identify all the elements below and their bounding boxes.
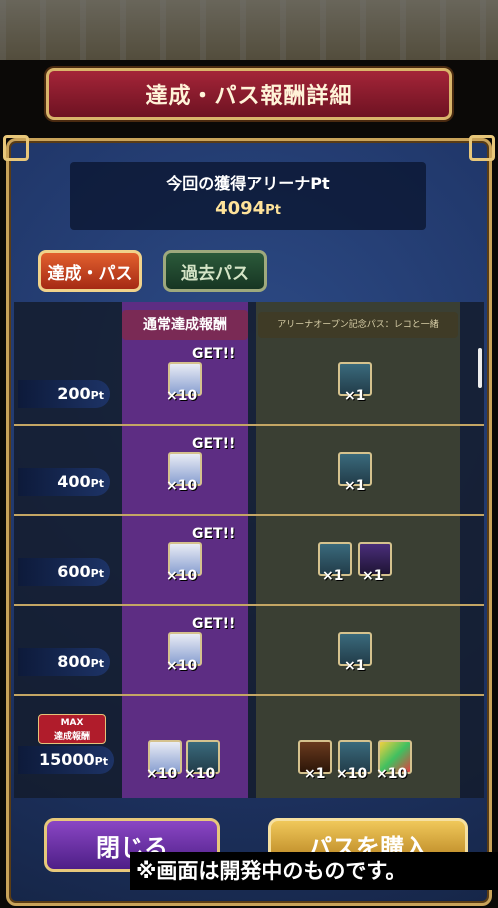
page-title: 達成・パス報酬詳細 bbox=[46, 68, 452, 120]
item-qty: ×1 bbox=[344, 658, 366, 674]
corner-ornament bbox=[3, 135, 29, 161]
reward-row: 800Pt GET!! ×10 ×1 bbox=[14, 616, 484, 706]
item-qty: ×10 bbox=[166, 388, 198, 404]
row-points: 800Pt bbox=[18, 648, 110, 676]
reward-table: 通常達成報酬 アリーナオープン記念パス：レコと一緒 200Pt GET!! ×1… bbox=[14, 302, 484, 798]
points-box: 今回の獲得アリーナPt 4094Pt bbox=[70, 162, 426, 230]
row-points: 15000Pt bbox=[18, 746, 114, 774]
row-points: 400Pt bbox=[18, 468, 110, 496]
row-divider bbox=[14, 424, 484, 426]
get-label: GET!! bbox=[192, 346, 236, 362]
get-label: GET!! bbox=[192, 616, 236, 632]
points-value: 4094Pt bbox=[215, 198, 281, 219]
row-divider bbox=[14, 604, 484, 606]
item-qty: ×10 bbox=[376, 766, 408, 782]
row-divider bbox=[14, 694, 484, 696]
max-badge-top: MAX bbox=[60, 718, 84, 728]
max-badge-bottom: 達成報酬 bbox=[53, 732, 90, 742]
item-qty: ×10 bbox=[166, 658, 198, 674]
max-badge: MAX 達成報酬 bbox=[38, 714, 106, 744]
reward-row: 600Pt GET!! ×10 ×1 ×1 bbox=[14, 526, 484, 616]
get-label: GET!! bbox=[192, 526, 236, 542]
tab-achievement-pass[interactable]: 達成・パス bbox=[38, 250, 142, 292]
row-points: 600Pt bbox=[18, 558, 110, 586]
points-label: 今回の獲得アリーナPt bbox=[166, 174, 330, 193]
get-label: GET!! bbox=[192, 436, 236, 452]
item-qty: ×10 bbox=[336, 766, 368, 782]
corner-ornament bbox=[469, 135, 495, 161]
tab-past-pass[interactable]: 過去パス bbox=[163, 250, 267, 292]
dev-notice: ※画面は開発中のものです。 bbox=[130, 852, 498, 890]
item-qty: ×1 bbox=[344, 478, 366, 494]
reward-row: 400Pt GET!! ×10 ×1 bbox=[14, 436, 484, 526]
item-qty: ×1 bbox=[362, 568, 384, 584]
item-qty: ×10 bbox=[184, 766, 216, 782]
item-qty: ×10 bbox=[166, 568, 198, 584]
row-divider bbox=[14, 514, 484, 516]
row-points: 200Pt bbox=[18, 380, 110, 408]
item-qty: ×1 bbox=[304, 766, 326, 782]
item-qty: ×10 bbox=[166, 478, 198, 494]
pass-reward-header: アリーナオープン記念パス：レコと一緒 bbox=[258, 312, 458, 338]
item-qty: ×1 bbox=[322, 568, 344, 584]
item-qty: ×10 bbox=[146, 766, 178, 782]
normal-reward-header: 通常達成報酬 bbox=[122, 310, 248, 340]
item-qty: ×1 bbox=[344, 388, 366, 404]
